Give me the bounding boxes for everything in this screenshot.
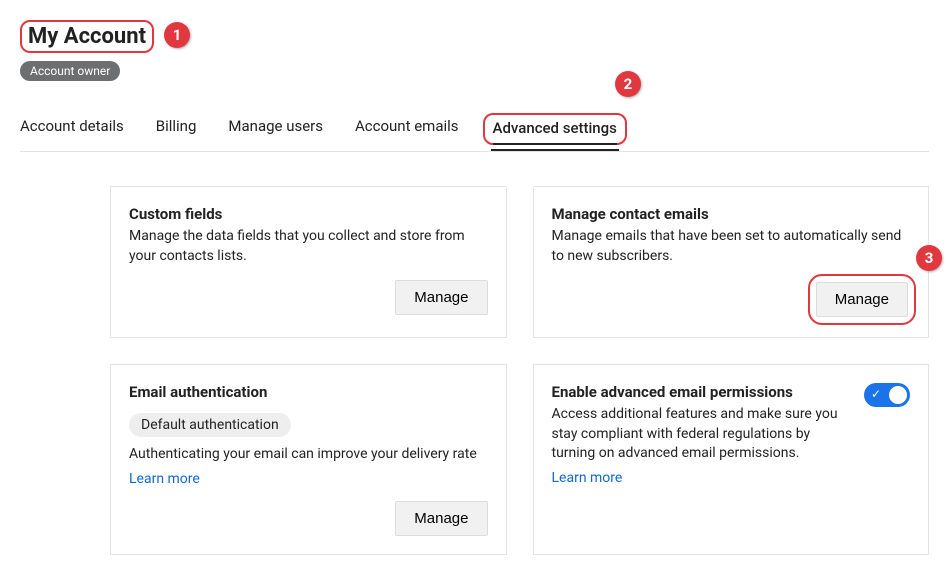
tab-billing[interactable]: Billing (156, 109, 197, 151)
settings-grid: Custom fields Manage the data fields tha… (20, 186, 929, 555)
page-title: My Account (20, 20, 154, 53)
tab-account-details[interactable]: Account details (20, 109, 124, 151)
callout-2: 2 (615, 71, 641, 97)
tab-advanced-settings[interactable]: Advanced settings 2 (491, 109, 619, 151)
card-desc: Manage emails that have been set to auto… (552, 227, 911, 266)
check-icon: ✓ (871, 387, 881, 401)
card-contact-emails: Manage contact emails Manage emails that… (533, 186, 930, 338)
toggle-knob (889, 386, 907, 404)
tab-advanced-settings-label: Advanced settings (493, 119, 617, 145)
card-desc: Authenticating your email can improve yo… (129, 445, 488, 465)
tabs: Account details Billing Manage users Acc… (20, 109, 929, 152)
manage-button[interactable]: Manage (816, 282, 908, 317)
manage-button[interactable]: Manage (395, 280, 487, 315)
card-title: Email authentication (129, 383, 488, 401)
card-advanced-permissions: Enable advanced email permissions Access… (533, 364, 930, 555)
manage-button[interactable]: Manage (395, 501, 487, 536)
callout-3: 3 (916, 245, 942, 271)
tab-account-emails[interactable]: Account emails (355, 109, 459, 151)
card-title: Custom fields (129, 205, 488, 223)
tab-manage-users[interactable]: Manage users (228, 109, 323, 151)
role-badge: Account owner (20, 61, 120, 81)
card-custom-fields: Custom fields Manage the data fields tha… (110, 186, 507, 338)
card-desc: Access additional features and make sure… (552, 405, 855, 464)
card-email-auth: Email authentication Default authenticat… (110, 364, 507, 555)
permissions-toggle[interactable]: ✓ (864, 383, 910, 407)
card-title: Manage contact emails (552, 205, 911, 223)
card-title: Enable advanced email permissions (552, 383, 855, 401)
callout-1: 1 (164, 22, 190, 48)
learn-more-link[interactable]: Learn more (552, 470, 623, 486)
auth-chip: Default authentication (129, 413, 291, 437)
learn-more-link[interactable]: Learn more (129, 471, 488, 487)
card-desc: Manage the data fields that you collect … (129, 227, 488, 266)
page-header: My Account 1 Account owner (20, 20, 929, 81)
